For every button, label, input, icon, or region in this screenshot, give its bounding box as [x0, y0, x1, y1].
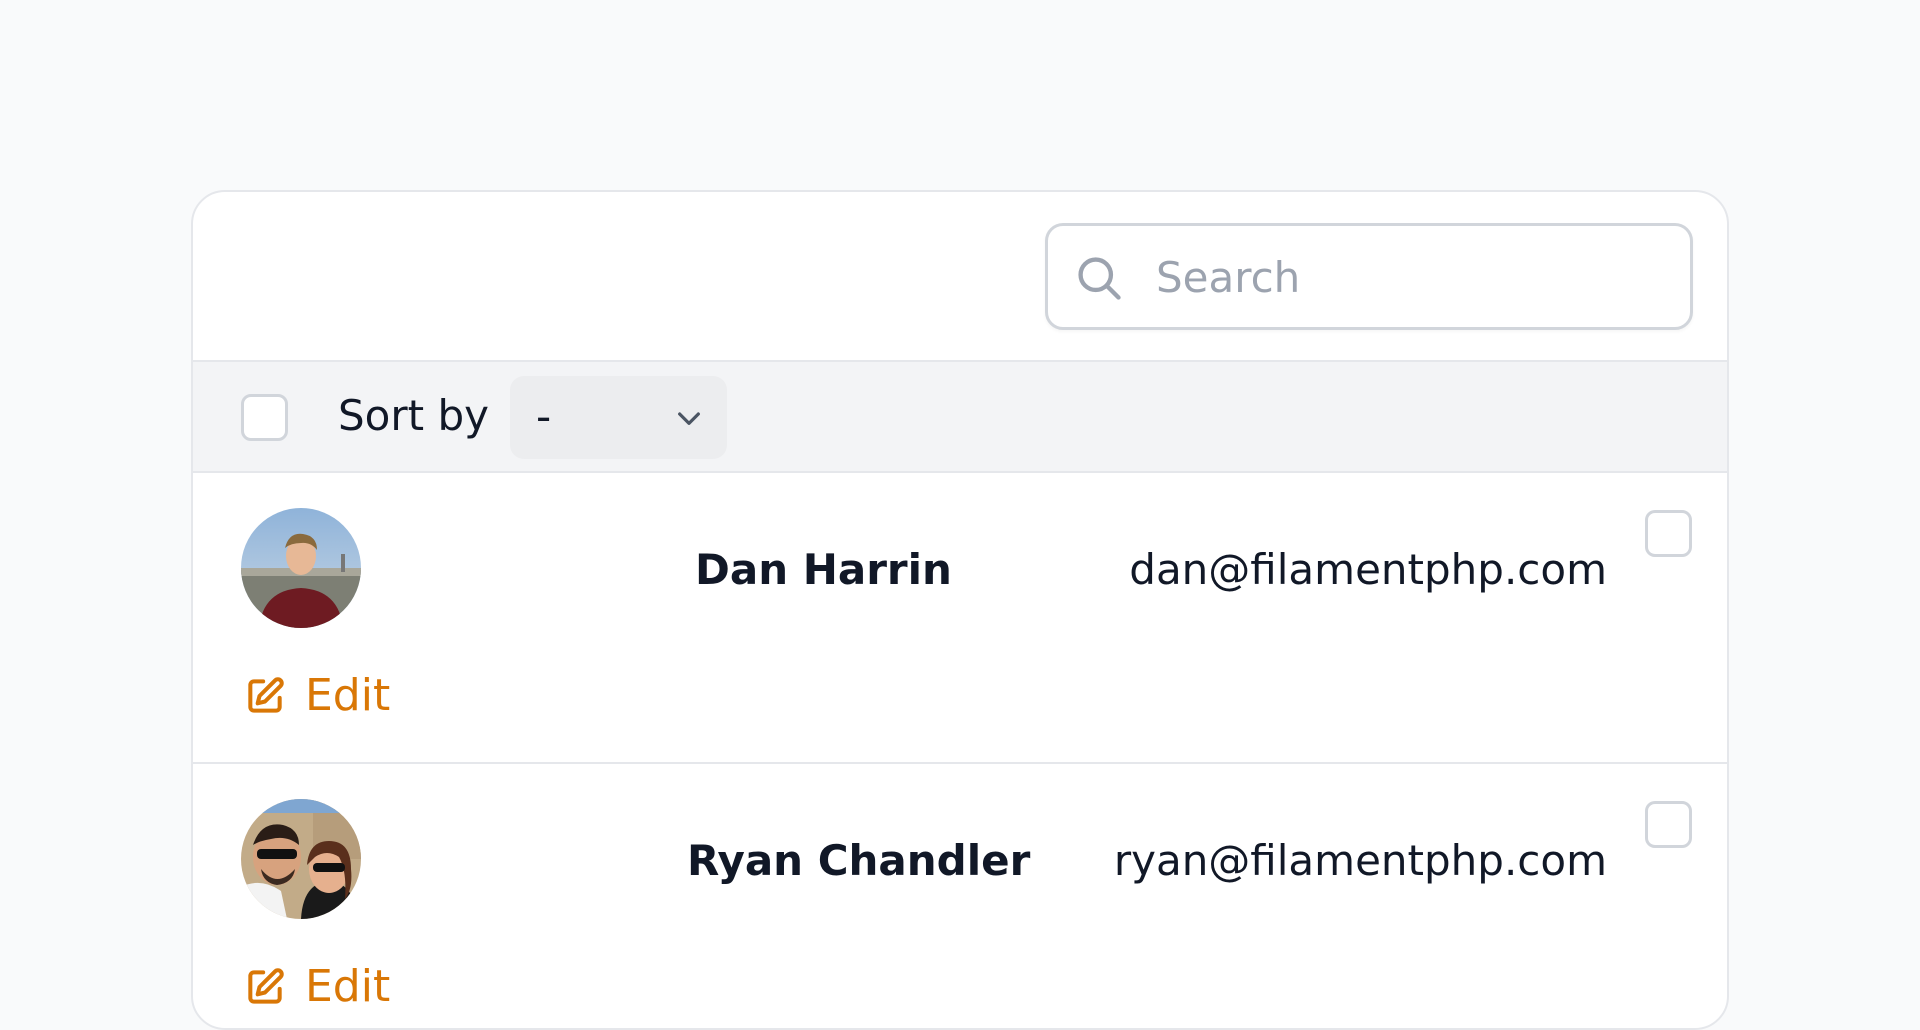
sort-by-label: Sort by — [338, 391, 489, 440]
sort-select[interactable]: - — [510, 376, 727, 459]
edit-label: Edit — [305, 670, 391, 721]
edit-icon — [248, 676, 284, 713]
search-box[interactable] — [1045, 223, 1693, 330]
avatar — [241, 508, 361, 628]
row-checkbox[interactable] — [1645, 801, 1692, 848]
edit-link[interactable]: Edit — [243, 670, 390, 721]
user-name: Ryan Chandler — [687, 836, 1031, 885]
table-row: Dan Harrin dan@filamentphp.com Edit — [193, 473, 1727, 764]
edit-icon — [248, 967, 284, 1004]
edit-label: Edit — [305, 961, 391, 1012]
avatar — [241, 799, 361, 919]
table-toolbar — [193, 192, 1727, 362]
table-row: Ryan Chandler ryan@filamentphp.com Edit — [193, 764, 1727, 1028]
row-checkbox[interactable] — [1645, 510, 1692, 557]
edit-link[interactable]: Edit — [243, 961, 390, 1012]
chevron-down-icon — [678, 412, 700, 425]
users-table-card: Sort by - — [191, 190, 1729, 1030]
user-name: Dan Harrin — [695, 545, 952, 594]
sort-select-value: - — [536, 392, 552, 441]
search-icon — [1078, 257, 1121, 300]
search-input[interactable] — [1156, 244, 1656, 310]
user-email: ryan@filamentphp.com — [1113, 836, 1607, 885]
sort-bar: Sort by - — [193, 362, 1727, 473]
select-all-checkbox[interactable] — [241, 394, 288, 441]
user-email: dan@filamentphp.com — [1129, 545, 1607, 594]
